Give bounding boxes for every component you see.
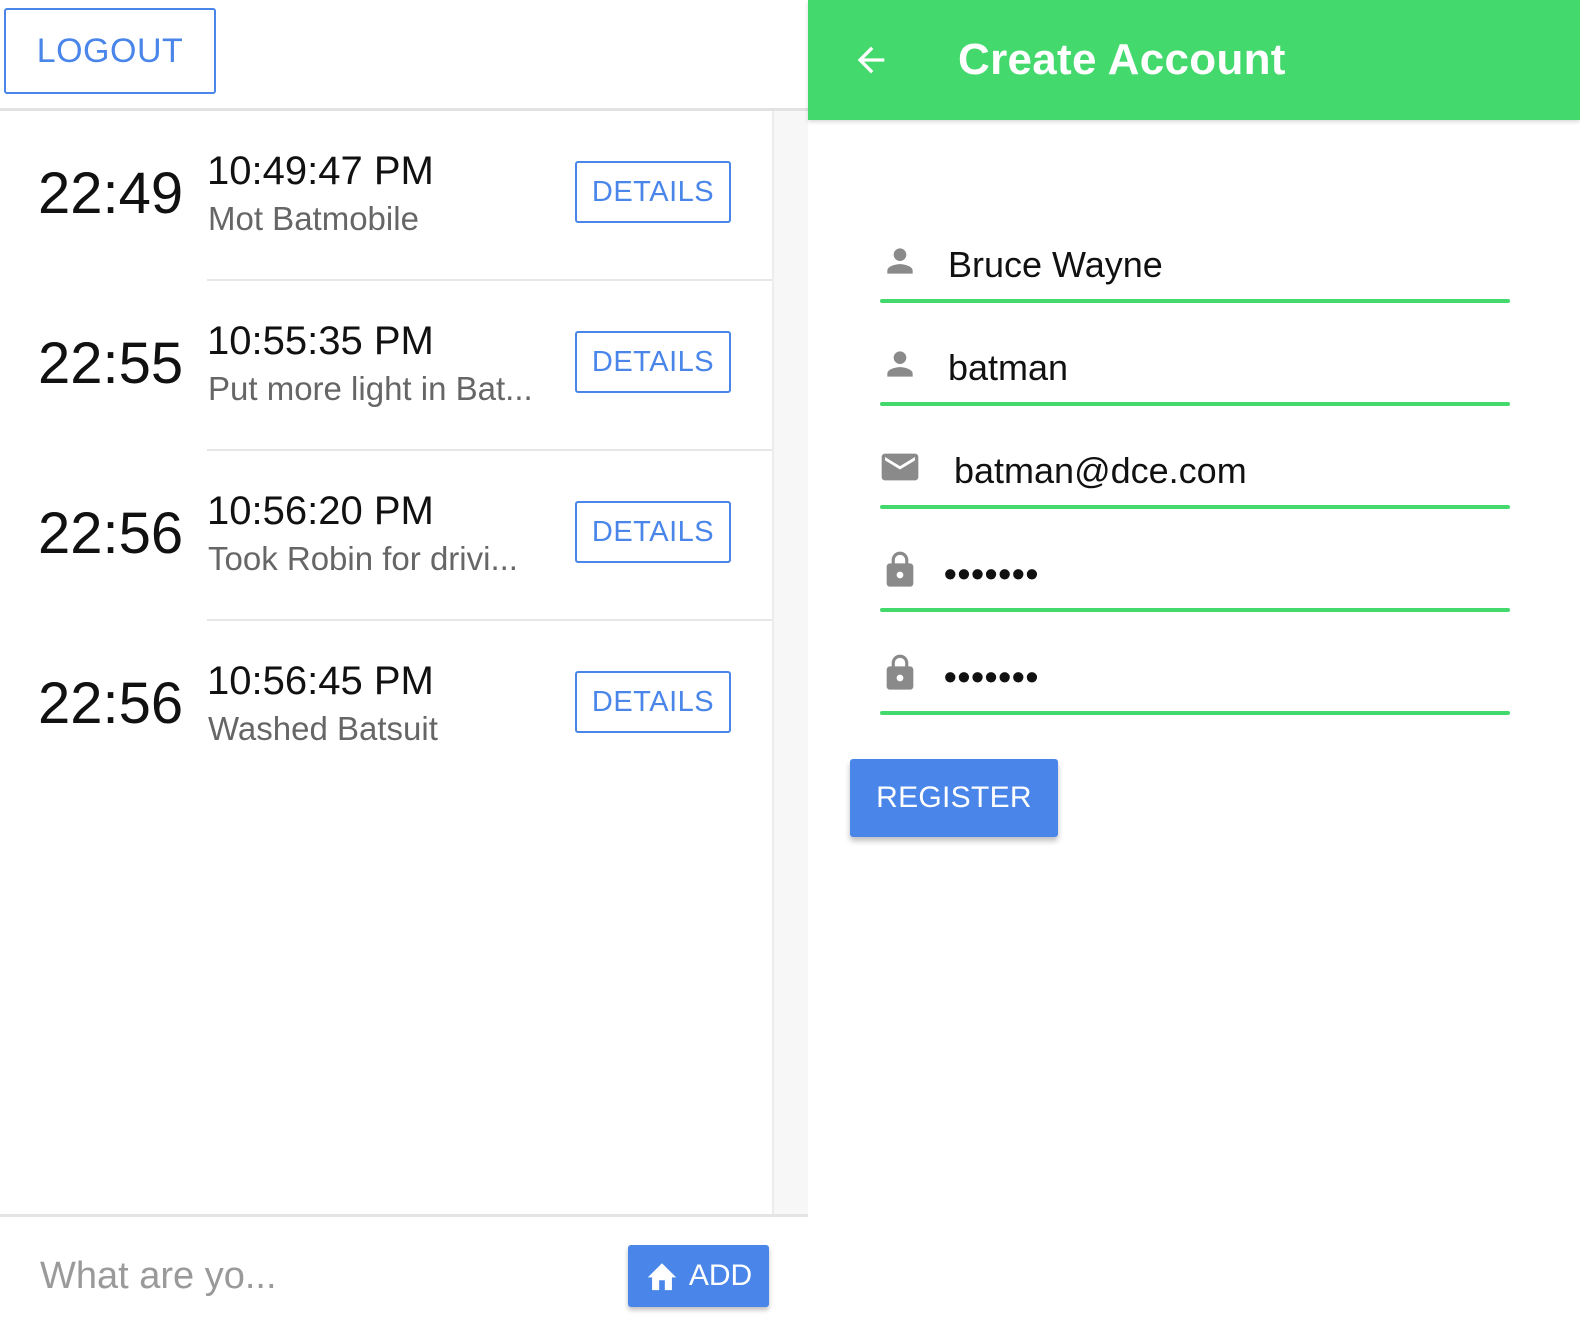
password-field[interactable]: •••••••	[880, 522, 1510, 612]
entry-description: Put more light in Bat...	[208, 370, 533, 407]
field-underline	[880, 711, 1510, 715]
password-value: •••••••	[944, 553, 1040, 594]
app-bar: Create Account	[808, 0, 1580, 120]
person-icon	[880, 344, 920, 384]
task-input[interactable]	[38, 1247, 602, 1305]
lock-icon	[880, 550, 920, 590]
entry-time: 22:56	[38, 671, 184, 736]
username-field[interactable]: batman	[880, 316, 1510, 406]
register-button[interactable]: REGISTER	[850, 759, 1058, 837]
entry-list: 22:49 10:49:47 PM Mot Batmobile DETAILS …	[0, 111, 808, 1214]
entry-description: Took Robin for drivi...	[208, 540, 518, 577]
details-button[interactable]: DETAILS	[575, 161, 731, 223]
entry-timestamp: 10:56:20 PM	[207, 489, 434, 533]
field-underline	[880, 505, 1510, 509]
email-value: batman@dce.com	[954, 450, 1247, 491]
todo-list-screen: LOGOUT 22:49 10:49:47 PM Mot Batmobile D…	[0, 0, 810, 1335]
back-button[interactable]	[846, 32, 896, 88]
add-entry-bar: ADD	[0, 1214, 808, 1335]
confirm-password-value: •••••••	[944, 656, 1040, 697]
arrow-left-icon	[849, 40, 893, 80]
entry-description: Washed Batsuit	[208, 710, 438, 747]
lock-icon	[880, 653, 920, 693]
add-button-label: ADD	[688, 1259, 753, 1292]
entry-description: Mot Batmobile	[208, 200, 419, 237]
list-item: 22:49 10:49:47 PM Mot Batmobile DETAILS	[0, 111, 772, 281]
username-value: batman	[948, 347, 1069, 388]
entry-time: 22:56	[38, 501, 184, 566]
list-item: 22:56 10:56:45 PM Washed Batsuit DETAILS	[0, 621, 772, 791]
person-icon	[880, 241, 920, 281]
details-button[interactable]: DETAILS	[575, 501, 731, 563]
mail-icon	[880, 447, 920, 487]
field-underline	[880, 299, 1510, 303]
name-field[interactable]: Bruce Wayne	[880, 213, 1510, 303]
details-button[interactable]: DETAILS	[575, 671, 731, 733]
field-underline	[880, 402, 1510, 406]
add-button[interactable]: ADD	[628, 1245, 769, 1307]
home-icon	[645, 1260, 679, 1292]
entry-timestamp: 10:49:47 PM	[207, 149, 434, 193]
logout-button[interactable]: LOGOUT	[4, 8, 216, 94]
name-value: Bruce Wayne	[948, 244, 1163, 285]
field-underline	[880, 608, 1510, 612]
list-item: 22:56 10:56:20 PM Took Robin for drivi..…	[0, 451, 772, 621]
email-field[interactable]: batman@dce.com	[880, 419, 1510, 509]
entry-time: 22:49	[38, 161, 184, 226]
create-account-screen: Create Account Bruce Wayne batman batman…	[808, 0, 1580, 1332]
top-bar: LOGOUT	[0, 0, 808, 111]
page-title: Create Account	[958, 35, 1286, 84]
confirm-password-field[interactable]: •••••••	[880, 625, 1510, 715]
list-item: 22:55 10:55:35 PM Put more light in Bat.…	[0, 281, 772, 451]
entry-timestamp: 10:55:35 PM	[207, 319, 434, 363]
details-button[interactable]: DETAILS	[575, 331, 731, 393]
entry-timestamp: 10:56:45 PM	[207, 659, 434, 703]
entry-time: 22:55	[38, 331, 184, 396]
